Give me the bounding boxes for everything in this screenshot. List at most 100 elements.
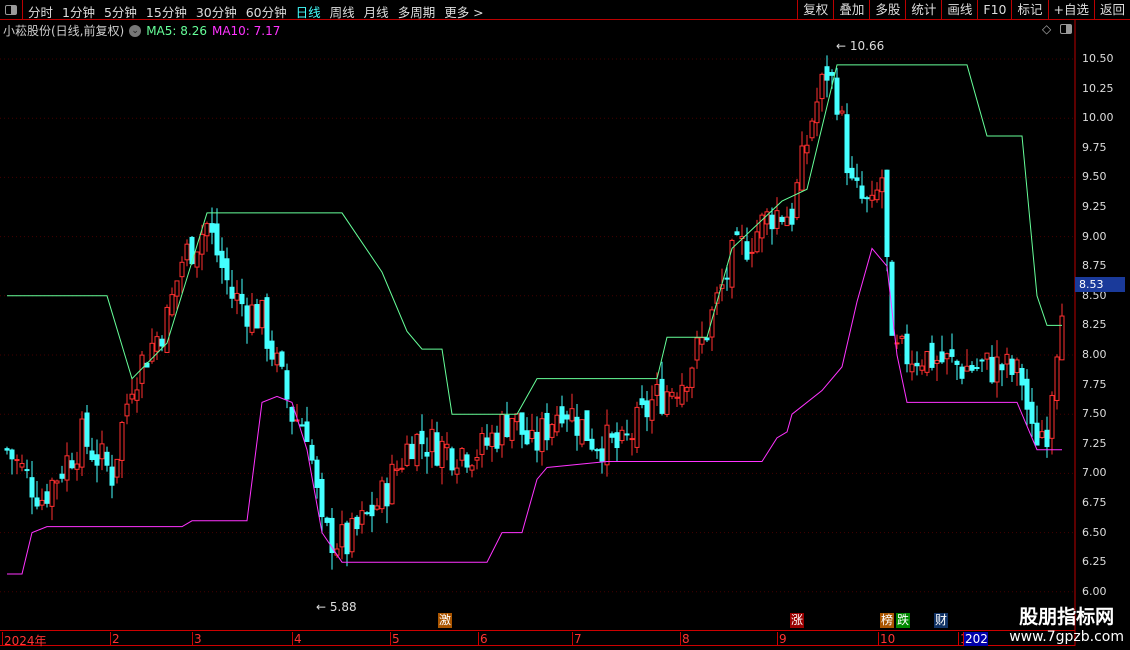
- candle-down: [309, 444, 315, 461]
- y-tick-label: 6.50: [1082, 525, 1107, 539]
- candle-down: [229, 286, 235, 299]
- candle-down: [599, 448, 605, 462]
- candle-up: [689, 367, 695, 388]
- candle-down: [264, 297, 270, 349]
- candle-up: [54, 480, 60, 484]
- candle-up: [919, 365, 925, 371]
- candle-up: [509, 417, 515, 441]
- y-tick-label: 8.00: [1082, 348, 1107, 361]
- candle-down: [94, 454, 100, 466]
- y-tick-label: 7.00: [1082, 466, 1107, 480]
- candle-down: [979, 359, 985, 362]
- candle-up: [164, 306, 170, 353]
- candle-up: [394, 468, 400, 471]
- candle-up: [359, 510, 365, 525]
- candle-down: [24, 469, 30, 472]
- y-tick-label: 9.25: [1082, 200, 1107, 213]
- candle-down: [914, 362, 920, 367]
- candle-down: [314, 459, 320, 488]
- candle-down: [639, 398, 645, 406]
- candle-up: [469, 465, 475, 471]
- candle-up: [754, 231, 760, 253]
- event-marker[interactable]: 跌: [896, 613, 911, 628]
- candle-up: [619, 429, 625, 442]
- candle-down: [464, 454, 470, 468]
- ma10-line: [7, 247, 1062, 575]
- watermark-title: 股朋指标网: [1019, 606, 1115, 628]
- candle-down: [969, 365, 975, 371]
- candle-up: [924, 351, 930, 373]
- candle-down: [434, 432, 440, 466]
- candle-up: [74, 463, 80, 470]
- candle-up: [784, 216, 790, 227]
- event-marker[interactable]: 激: [438, 613, 453, 628]
- month-label: 3: [192, 632, 202, 646]
- y-tick-label: 6.00: [1082, 584, 1107, 598]
- candle-up: [539, 418, 545, 453]
- candle-down: [304, 421, 310, 442]
- candle-down: [484, 437, 490, 446]
- candle-up: [674, 396, 680, 399]
- candle-down: [564, 414, 570, 420]
- candle-up: [99, 443, 105, 460]
- y-tick-label: 9.00: [1082, 229, 1107, 243]
- y-tick-label: 8.75: [1082, 259, 1107, 273]
- candle-down: [1024, 378, 1030, 410]
- event-marker[interactable]: 涨: [790, 613, 805, 628]
- candle-down: [494, 432, 500, 449]
- candle-down: [544, 412, 550, 441]
- candle-down: [289, 406, 295, 422]
- candle-up: [819, 73, 825, 100]
- y-tick-label: 9.75: [1082, 140, 1107, 154]
- candle-down: [989, 356, 995, 383]
- candle-up: [804, 144, 810, 154]
- candle-down: [939, 351, 945, 363]
- candle-up: [129, 393, 135, 400]
- candle-down: [219, 250, 225, 268]
- candle-down: [949, 349, 955, 357]
- candle-up: [499, 413, 505, 446]
- candle-up: [964, 365, 970, 372]
- candle-down: [324, 517, 330, 523]
- event-marker[interactable]: 榜: [880, 613, 895, 628]
- candle-down: [189, 236, 195, 265]
- candle-up: [14, 459, 20, 462]
- candle-down: [344, 522, 350, 555]
- event-marker[interactable]: 财: [934, 613, 949, 628]
- candle-up: [794, 182, 800, 219]
- candle-down: [1034, 422, 1040, 446]
- candle-up: [489, 432, 495, 447]
- candle-up: [124, 403, 130, 417]
- candle-up: [679, 384, 685, 405]
- month-label: 10: [878, 632, 896, 646]
- candle-up: [234, 292, 240, 301]
- y-tick-label: 7.25: [1082, 436, 1107, 450]
- candle-down: [929, 342, 935, 368]
- candle-up: [259, 299, 265, 329]
- candle-down: [284, 370, 290, 400]
- candlestick-chart[interactable]: ← 10.66 ← 5.88: [0, 0, 1130, 650]
- candle-down: [369, 504, 375, 517]
- candle-up: [194, 251, 200, 268]
- candle-up: [549, 424, 555, 438]
- candle-down: [209, 223, 215, 233]
- candle-up: [529, 429, 535, 439]
- candle-down: [364, 512, 370, 515]
- candle-down: [974, 367, 980, 370]
- candle-up: [204, 223, 210, 237]
- candle-down: [4, 448, 10, 451]
- candle-up: [774, 210, 780, 229]
- candle-up: [569, 408, 575, 422]
- candle-up: [554, 414, 560, 433]
- candle-up: [474, 456, 480, 461]
- candle-down: [959, 366, 965, 379]
- candle-up: [184, 243, 190, 261]
- candle-up: [374, 505, 380, 510]
- candle-up: [1004, 353, 1010, 365]
- candle-up: [439, 440, 445, 468]
- candle-down: [824, 66, 830, 81]
- candle-down: [109, 466, 115, 486]
- candle-up: [119, 421, 125, 461]
- y-tick-label: 8.25: [1082, 318, 1107, 332]
- candle-down: [849, 167, 855, 179]
